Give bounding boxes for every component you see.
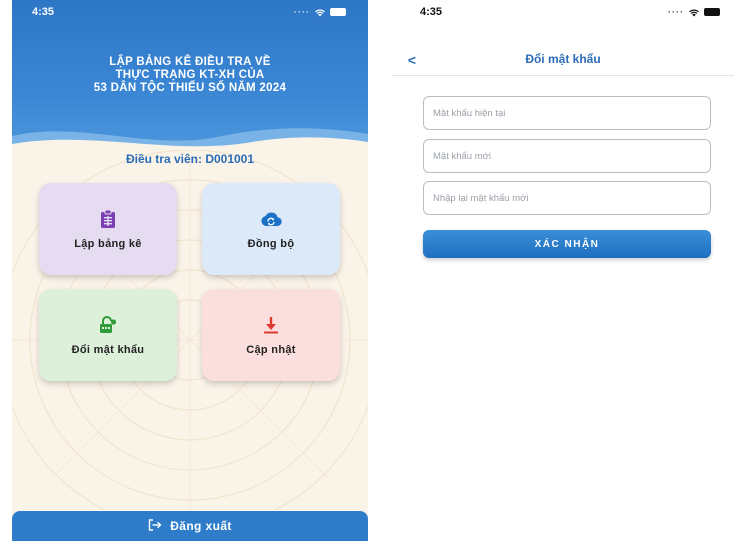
app-title-line-3: 53 DÂN TỘC THIỂU SỐ NĂM 2024 bbox=[93, 82, 287, 94]
current-password-field[interactable] bbox=[423, 96, 711, 130]
home-screen: 4:35 ···· LẬP BẢNG KÊ ĐIỀU TRA VỀ THỰC T… bbox=[12, 0, 368, 541]
status-bar: 4:35 ···· bbox=[392, 0, 734, 24]
app-title: LẬP BẢNG KÊ ĐIỀU TRA VỀ THỰC TRẠNG KT-XH… bbox=[12, 56, 368, 95]
create-list-label: Lập bảng kê bbox=[74, 238, 142, 250]
cloud-sync-icon bbox=[260, 208, 282, 230]
status-bar: 4:35 ···· bbox=[12, 0, 368, 24]
status-time: 4:35 bbox=[32, 6, 55, 18]
wifi-icon bbox=[314, 8, 326, 17]
create-list-tile[interactable]: Lập bảng kê bbox=[39, 183, 177, 275]
update-tile[interactable]: Cập nhật bbox=[202, 289, 340, 381]
sync-tile[interactable]: Đồng bộ bbox=[202, 183, 340, 275]
status-time: 4:35 bbox=[420, 6, 443, 18]
sync-label: Đồng bộ bbox=[247, 238, 295, 250]
battery-icon bbox=[330, 8, 346, 16]
change-password-tile[interactable]: Đổi mật khẩu bbox=[39, 289, 177, 381]
lock-icon bbox=[97, 314, 119, 336]
change-password-screen: 4:35 ···· < Đổi mật khẩu XÁC NHẬN bbox=[392, 0, 734, 541]
navigation-bar: < Đổi mật khẩu bbox=[392, 44, 734, 76]
app-title-line-2: THỰC TRẠNG KT-XH CỦA bbox=[115, 69, 265, 81]
change-password-label: Đổi mật khẩu bbox=[71, 344, 145, 356]
confirm-password-field[interactable] bbox=[423, 181, 711, 215]
signal-icon: ···· bbox=[294, 7, 310, 17]
download-icon bbox=[260, 314, 282, 336]
logout-label: Đăng xuất bbox=[170, 519, 232, 533]
clipboard-icon bbox=[97, 208, 119, 230]
update-label: Cập nhật bbox=[246, 344, 296, 356]
new-password-field[interactable] bbox=[423, 139, 711, 173]
wifi-icon bbox=[688, 8, 700, 17]
logout-button[interactable]: Đăng xuất bbox=[12, 511, 368, 541]
app-title-line-1: LẬP BẢNG KÊ ĐIỀU TRA VỀ bbox=[109, 56, 271, 68]
page-title: Đổi mật khẩu bbox=[525, 52, 601, 66]
interviewer-id: Điều tra viên: D001001 bbox=[125, 152, 255, 166]
logout-icon bbox=[148, 518, 162, 534]
signal-icon: ···· bbox=[668, 7, 684, 17]
confirm-button[interactable]: XÁC NHẬN bbox=[423, 230, 711, 258]
battery-icon bbox=[704, 8, 720, 16]
